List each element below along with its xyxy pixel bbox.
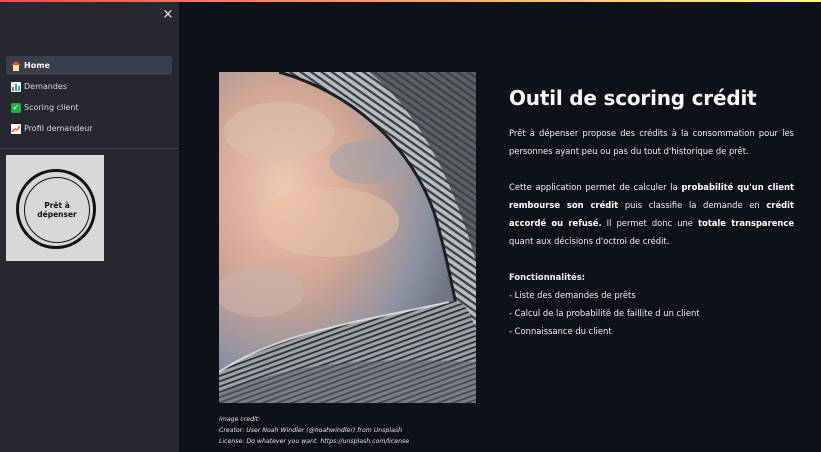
architecture-photo — [219, 72, 476, 403]
close-icon: × — [162, 7, 174, 22]
intro-paragraph: Prêt à dépenser propose des crédits à la… — [509, 128, 794, 156]
sidebar-item-label: Profil demandeur — [24, 124, 93, 133]
highlight-transparency: totale transparence — [697, 218, 795, 228]
check-icon: ✓ — [11, 102, 21, 113]
architecture-photo-graphic — [219, 72, 476, 403]
sidebar-item-home[interactable]: Home — [6, 56, 172, 75]
home-icon — [11, 60, 21, 71]
description-paragraph: Cette application permet de calculer la … — [509, 182, 795, 246]
feature-item: - Connaissance du client — [509, 326, 612, 336]
sidebar-item-demandes[interactable]: Demandes — [6, 77, 172, 96]
image-credit: Image credit: Creator: User Noah Windler… — [219, 414, 519, 447]
sidebar-nav: Home Demandes ✓ Scoring client Profil de… — [6, 56, 172, 140]
image-credit-heading: Image credit: — [219, 416, 261, 423]
feature-item: - Liste des demandes de prêts — [509, 290, 636, 300]
sidebar-item-profil-demandeur[interactable]: Profil demandeur — [6, 119, 172, 138]
sidebar-item-label: Scoring client — [24, 103, 79, 112]
bar-chart-icon — [11, 81, 21, 92]
description-section: Prêt à dépenser propose des crédits à la… — [509, 124, 794, 340]
features-list: - Liste des demandes de prêts - Calcul d… — [509, 286, 794, 340]
sidebar-item-label: Demandes — [24, 82, 68, 91]
image-credit-creator: Creator: User Noah Windler (@noahwindler… — [219, 427, 403, 434]
close-sidebar-button[interactable]: × — [161, 8, 175, 22]
company-logo: Prêt à dépenser — [6, 155, 104, 261]
sidebar-item-label: Home — [24, 61, 50, 70]
sidebar: × Home Demandes ✓ Scoring client Profil … — [0, 2, 179, 452]
logo-text: Prêt à dépenser — [37, 201, 77, 219]
chart-increasing-icon — [11, 123, 21, 134]
sidebar-item-scoring-client[interactable]: ✓ Scoring client — [6, 98, 172, 117]
features-heading: Fonctionnalités: — [509, 272, 586, 282]
feature-item: - Calcul de la probabilité de faillite d… — [509, 308, 700, 318]
image-credit-license: License: Do whatever you want. https://u… — [219, 438, 410, 445]
sidebar-divider — [0, 148, 179, 149]
page-title: Outil de scoring crédit — [509, 86, 757, 110]
